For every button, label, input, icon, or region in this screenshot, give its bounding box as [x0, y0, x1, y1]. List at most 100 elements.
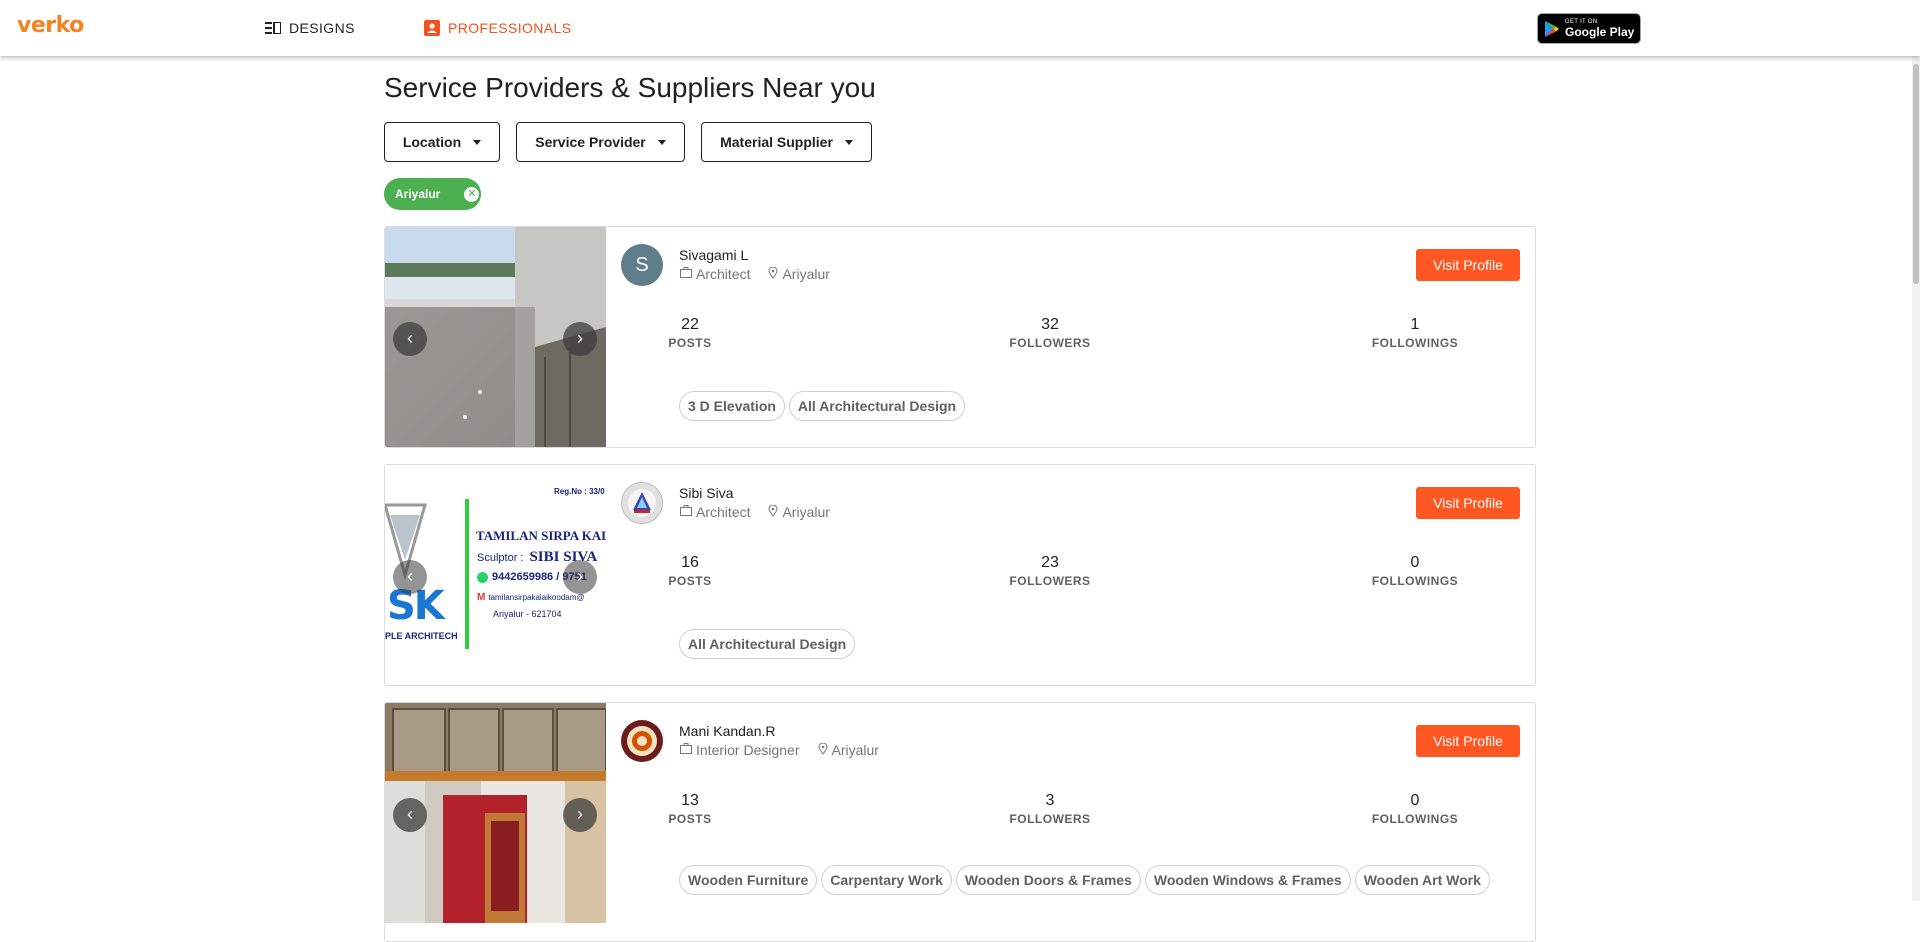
followers-count: 32 — [1041, 316, 1059, 333]
google-play-icon — [1545, 20, 1559, 37]
card-company: TAMILAN SIRPA KALAI — [476, 528, 606, 543]
portfolio-image-carousel: ‹ › — [385, 227, 606, 447]
followers-label: FOLLOWERS — [1009, 812, 1091, 826]
chip-label: Ariyalur — [395, 187, 441, 201]
visit-profile-button[interactable]: Visit Profile — [1416, 725, 1520, 757]
service-provider-filter-dropdown[interactable]: Service Provider — [516, 122, 685, 162]
followers-count: 3 — [1045, 792, 1055, 809]
professional-card: SK PLE ARCHITECH Reg.No : 33/0 TAMILAN S… — [384, 464, 1536, 686]
followings-stat: 0 FOLLOWINGS — [1355, 791, 1475, 826]
briefcase-icon — [680, 743, 692, 757]
service-tag[interactable]: All Architectural Design — [788, 391, 966, 421]
followings-label: FOLLOWINGS — [1371, 336, 1459, 350]
service-tag[interactable]: 3 D Elevation — [679, 391, 785, 421]
scrollbar-thumb[interactable] — [1913, 64, 1919, 284]
service-provider-filter-label: Service Provider — [535, 134, 646, 150]
carousel-prev-button[interactable]: ‹ — [393, 322, 427, 356]
service-tag[interactable]: All Architectural Design — [679, 629, 856, 659]
professional-card: ‹ › S Sivagami L Architect Ariyalur Visi… — [384, 226, 1536, 448]
followers-stat: 23 FOLLOWERS — [990, 553, 1110, 588]
portfolio-image-carousel: ‹ › — [385, 703, 606, 923]
visit-profile-button[interactable]: Visit Profile — [1416, 487, 1520, 519]
location-pin-icon — [768, 504, 778, 520]
location-pin-icon — [817, 742, 828, 758]
professional-meta: Architect Ariyalur — [680, 266, 830, 282]
page-title: Service Providers & Suppliers Near you — [384, 72, 876, 103]
whatsapp-icon — [477, 571, 488, 583]
followers-count: 23 — [1041, 554, 1059, 571]
professional-role: Architect — [696, 266, 751, 282]
caret-down-icon — [844, 139, 853, 145]
followings-stat: 1 FOLLOWINGS — [1355, 315, 1475, 350]
gmail-icon: M — [477, 592, 486, 603]
card-reg-no: Reg.No : 33/0 — [554, 487, 605, 496]
location-filter-dropdown[interactable]: Location — [384, 122, 500, 162]
carousel-next-button[interactable]: › — [563, 322, 597, 356]
professional-name[interactable]: Sivagami L — [679, 247, 748, 263]
professional-card: ‹ › Mani Kandan.R Interior Designer Ariy… — [384, 702, 1536, 942]
nav-professionals-label: PROFESSIONALS — [448, 20, 572, 36]
service-tag[interactable]: Carpentary Work — [821, 865, 952, 895]
professional-role: Interior Designer — [696, 742, 800, 758]
service-tag[interactable]: Wooden Art Work — [1354, 865, 1490, 895]
followings-count: 1 — [1410, 316, 1420, 333]
carousel-prev-button[interactable]: ‹ — [393, 560, 427, 594]
card-sculptor-label: Sculptor : — [477, 552, 524, 564]
posts-count: 16 — [681, 554, 699, 571]
professional-role: Architect — [696, 504, 751, 520]
posts-stat: 13 POSTS — [630, 791, 750, 826]
company-seal-icon — [623, 722, 661, 760]
followers-label: FOLLOWERS — [1009, 336, 1091, 350]
followers-stat: 3 FOLLOWERS — [990, 791, 1110, 826]
avatar[interactable] — [621, 720, 663, 762]
briefcase-icon — [680, 505, 692, 519]
professional-meta: Interior Designer Ariyalur — [680, 742, 879, 758]
posts-label: POSTS — [668, 336, 712, 350]
google-play-badge[interactable]: GET IT ON Google Play — [1537, 13, 1641, 44]
nav-professionals[interactable]: PROFESSIONALS — [424, 18, 571, 38]
followings-count: 0 — [1410, 554, 1420, 571]
caret-down-icon — [473, 139, 482, 145]
professional-location: Ariyalur — [782, 266, 830, 282]
active-filter-chip: Ariyalur ✕ — [384, 178, 481, 210]
professional-name[interactable]: Mani Kandan.R — [679, 723, 776, 739]
professional-location: Ariyalur — [831, 742, 879, 758]
card-email-line: M tamilansirpakalaikoodam@ — [477, 592, 585, 603]
posts-label: POSTS — [668, 812, 712, 826]
service-tag[interactable]: Wooden Doors & Frames — [955, 865, 1141, 895]
carousel-prev-button[interactable]: ‹ — [393, 798, 427, 832]
posts-stat: 22 POSTS — [630, 315, 750, 350]
followers-label: FOLLOWERS — [1009, 574, 1091, 588]
avatar[interactable] — [621, 482, 663, 524]
card-email: tamilansirpakalaikoodam@ — [488, 593, 585, 602]
posts-count: 22 — [681, 316, 699, 333]
carousel-next-button[interactable]: › — [563, 798, 597, 832]
visit-profile-button[interactable]: Visit Profile — [1416, 249, 1520, 281]
verko-logo[interactable]: verko — [17, 13, 84, 38]
service-tag[interactable]: Wooden Windows & Frames — [1144, 865, 1351, 895]
professional-badge-icon — [424, 20, 440, 36]
location-pin-icon — [768, 266, 778, 282]
card-tagline: PLE ARCHITECH — [385, 631, 458, 641]
material-supplier-filter-label: Material Supplier — [720, 134, 833, 150]
followings-stat: 0 FOLLOWINGS — [1355, 553, 1475, 588]
top-app-bar: verko DESIGNS PROFESSIONALS GET IT ON Go… — [0, 0, 1920, 56]
briefcase-icon — [680, 267, 692, 281]
material-supplier-filter-dropdown[interactable]: Material Supplier — [701, 122, 872, 162]
location-filter-label: Location — [402, 134, 462, 150]
nav-designs[interactable]: DESIGNS — [265, 18, 355, 38]
portfolio-image-carousel: SK PLE ARCHITECH Reg.No : 33/0 TAMILAN S… — [385, 465, 606, 685]
professional-meta: Architect Ariyalur — [680, 504, 830, 520]
chip-close-icon[interactable]: ✕ — [464, 186, 480, 202]
carousel-next-button[interactable]: › — [563, 560, 597, 594]
posts-count: 13 — [681, 792, 699, 809]
gplay-big-text: Google Play — [1565, 25, 1635, 39]
caret-down-icon — [657, 139, 666, 145]
service-tag[interactable]: Wooden Furniture — [679, 865, 818, 895]
followers-stat: 32 FOLLOWERS — [990, 315, 1110, 350]
service-tags: 3 D Elevation All Architectural Design — [679, 391, 966, 421]
card-address: Ariyalur - 621704 — [493, 609, 562, 619]
followings-label: FOLLOWINGS — [1371, 812, 1459, 826]
avatar[interactable]: S — [621, 244, 663, 286]
professional-name[interactable]: Sibi Siva — [679, 485, 733, 501]
